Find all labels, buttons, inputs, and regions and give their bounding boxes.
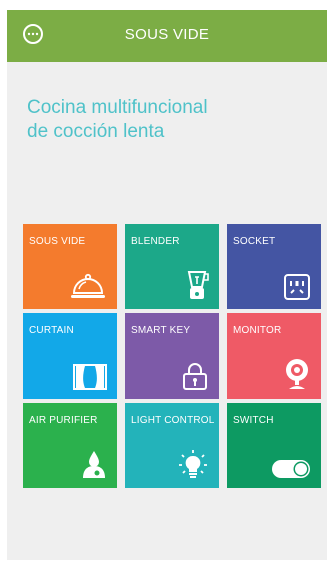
top-bar: SOUS VIDE (7, 10, 327, 62)
blender-icon (187, 271, 209, 299)
socket-icon (284, 274, 310, 300)
tile-smart-key[interactable]: SMART KEY (125, 313, 219, 399)
headline-line-1: Cocina multifuncional (27, 97, 208, 118)
tile-label: SOCKET (233, 236, 276, 247)
tile-sous-vide[interactable]: SOUS VIDE (23, 224, 117, 309)
headline-line-2: de cocción lenta (27, 121, 165, 142)
webcam-icon (286, 359, 308, 389)
light-bulb-icon (179, 450, 207, 478)
tile-air-purifier[interactable]: AIR PURIFIER (23, 403, 117, 488)
tile-label: SOUS VIDE (29, 236, 86, 247)
tile-label: AIR PURIFIER (29, 415, 98, 426)
toggle-switch-icon (272, 460, 310, 478)
tile-label: SWITCH (233, 415, 274, 426)
tile-label: CURTAIN (29, 325, 74, 336)
tile-blender[interactable]: BLENDER (125, 224, 219, 309)
device-grid: SOUS VIDE BLENDER SOCKET CURTAIN SMART K… (23, 224, 321, 488)
tile-label: SMART KEY (131, 325, 191, 336)
padlock-icon (183, 363, 207, 390)
tile-monitor[interactable]: MONITOR (227, 313, 321, 399)
headline: Cocina multifuncional de cocción lenta (27, 96, 307, 144)
cloche-icon (71, 273, 105, 298)
app-screen: SOUS VIDE Cocina multifuncional de cocci… (7, 10, 327, 560)
humidifier-icon (83, 451, 105, 478)
tile-label: BLENDER (131, 236, 180, 247)
tile-curtain[interactable]: CURTAIN (23, 313, 117, 399)
tile-label: MONITOR (233, 325, 282, 336)
tile-socket[interactable]: SOCKET (227, 224, 321, 309)
tile-light-control[interactable]: LIGHT CONTROL (125, 403, 219, 488)
curtain-icon (73, 364, 107, 390)
tile-switch[interactable]: SWITCH (227, 403, 321, 488)
page-title: SOUS VIDE (124, 26, 210, 43)
tile-label: LIGHT CONTROL (131, 415, 215, 426)
